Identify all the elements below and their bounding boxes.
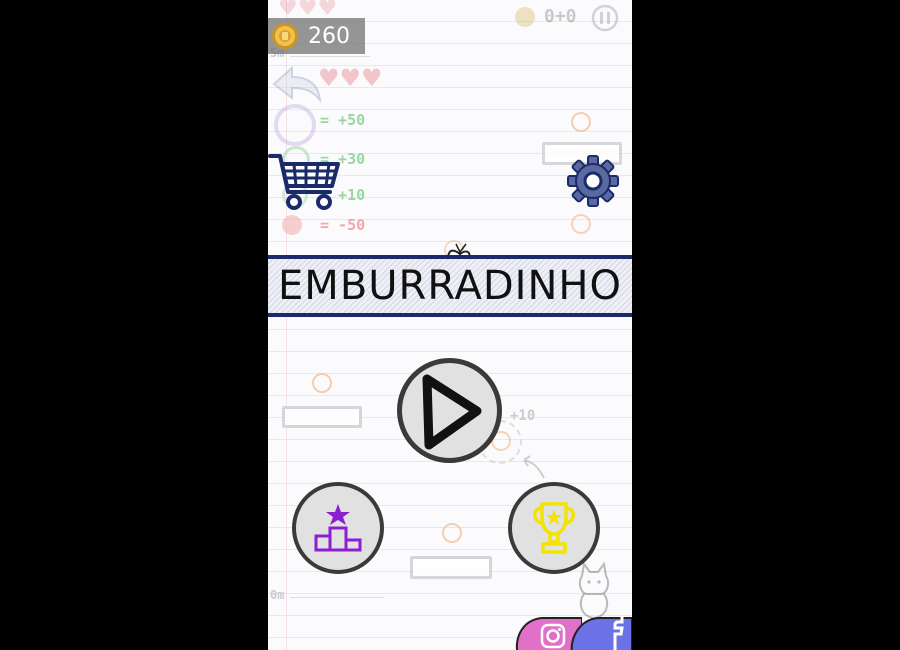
achievements-button[interactable] bbox=[508, 482, 600, 574]
podium-star-icon bbox=[314, 504, 362, 552]
bg-coin bbox=[571, 214, 591, 234]
legend-circle-big bbox=[274, 104, 316, 146]
cat-character bbox=[574, 561, 614, 620]
ranking-button[interactable] bbox=[292, 482, 384, 574]
play-button[interactable] bbox=[397, 358, 502, 463]
gear-icon bbox=[567, 155, 619, 207]
legend-circle-4 bbox=[282, 215, 302, 235]
title-banner: EMBURRADINHO bbox=[268, 255, 632, 317]
game-title: EMBURRADINHO bbox=[278, 263, 622, 309]
game-screen: ♥♥♥ ♥♥♥ 5m 0+0 = +50 = +30 = +10 = -50 +… bbox=[268, 0, 632, 650]
facebook-button[interactable] bbox=[568, 616, 632, 650]
score-coin-icon bbox=[515, 7, 535, 27]
legend-row-1: = +50 bbox=[320, 111, 366, 129]
bonus-text: +10 bbox=[510, 408, 536, 424]
bg-platform bbox=[410, 556, 492, 579]
settings-button[interactable] bbox=[566, 154, 620, 208]
score-text: 0+0 bbox=[544, 6, 577, 27]
hearts-row: ♥♥♥ bbox=[318, 64, 383, 92]
coin-counter: 260 bbox=[268, 18, 365, 54]
back-button[interactable] bbox=[270, 64, 324, 104]
bg-arrow bbox=[518, 452, 548, 482]
legend-row-4: = -50 bbox=[320, 216, 366, 234]
play-icon bbox=[422, 374, 481, 449]
facebook-icon bbox=[570, 617, 632, 650]
coin-count: 260 bbox=[308, 23, 350, 49]
coin-icon bbox=[272, 23, 298, 49]
bg-coin bbox=[442, 523, 462, 543]
back-arrow-icon bbox=[272, 65, 322, 104]
bg-coin bbox=[312, 373, 332, 393]
shop-button[interactable] bbox=[268, 150, 342, 212]
pause-button[interactable] bbox=[591, 4, 619, 32]
top-distance-line bbox=[290, 56, 370, 57]
bottom-distance-label: 0m bbox=[270, 588, 285, 602]
shopping-cart-icon bbox=[268, 154, 340, 210]
bg-platform bbox=[282, 406, 362, 428]
trophy-icon bbox=[533, 502, 575, 554]
bg-coin bbox=[571, 112, 591, 132]
pause-icon bbox=[591, 4, 619, 32]
bottom-distance-line bbox=[290, 597, 384, 598]
